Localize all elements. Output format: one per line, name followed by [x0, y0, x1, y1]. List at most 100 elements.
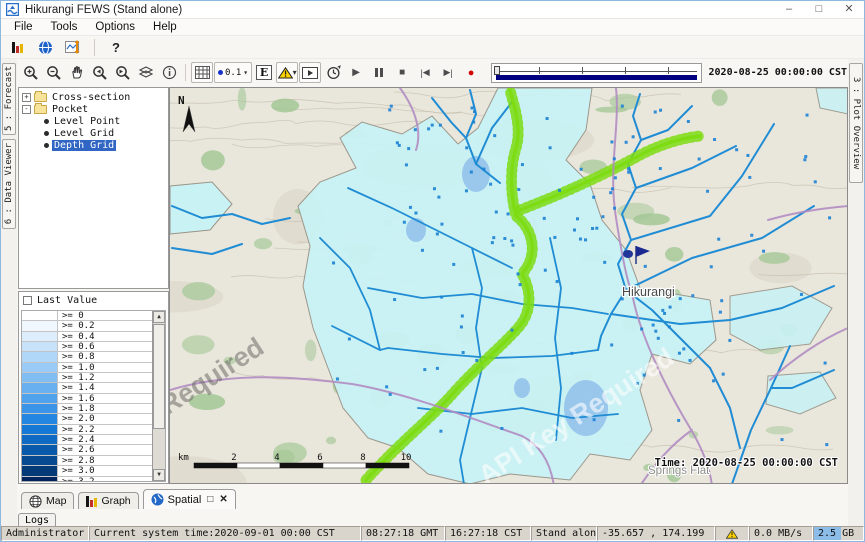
time-slider[interactable] [491, 63, 701, 83]
legend-label: >= 0.6 [58, 342, 95, 351]
app-window: Hikurangi FEWS (Stand alone) – □ ✕ File … [0, 0, 865, 542]
contour-value-dropdown[interactable]: 0.1▾ [214, 62, 252, 83]
globe-icon[interactable] [34, 37, 56, 58]
legend-row[interactable]: >= 0 [22, 311, 152, 321]
svg-text:8: 8 [360, 453, 365, 463]
timer-icon[interactable] [322, 62, 344, 83]
legend-swatch [22, 373, 58, 382]
tree-item-level-point[interactable]: Level Point [44, 115, 168, 127]
legend-scrollbar[interactable]: ▲ ▼ [152, 311, 165, 481]
stop-button[interactable]: ■ [391, 62, 413, 83]
legend-swatch [22, 445, 58, 454]
town-label: Hikurangi [622, 285, 675, 299]
close-button[interactable]: ✕ [834, 1, 864, 19]
tab-graph[interactable]: Graph [78, 492, 138, 509]
legend-row[interactable]: >= 0.8 [22, 352, 152, 362]
layer-tree-panel: + Cross-section - Pocket Level Point Lev… [18, 87, 169, 289]
scale-legend-button[interactable]: E [253, 62, 275, 83]
tree-item-pocket[interactable]: - Pocket [22, 103, 168, 115]
legend-row[interactable]: >= 0.6 [22, 342, 152, 352]
warning-icon [278, 67, 293, 79]
tree-item-depth-grid[interactable]: Depth Grid [44, 139, 168, 151]
legend-swatch [22, 311, 58, 320]
warning-threshold-dropdown[interactable]: ▾ [276, 62, 298, 83]
scroll-down-icon[interactable]: ▼ [153, 469, 165, 481]
bullet-icon [44, 143, 49, 148]
legend-row[interactable]: >= 1.8 [22, 404, 152, 414]
tab-data-viewer[interactable]: 6 : Data Viewer [2, 139, 16, 229]
last-step-button[interactable]: ▶| [437, 62, 459, 83]
legend-swatch [22, 363, 58, 372]
layers-icon[interactable] [135, 62, 157, 83]
collapse-icon[interactable]: - [22, 105, 31, 114]
status-transfer-rate: 0.0 MB/s [749, 526, 813, 541]
menu-help[interactable]: Help [144, 21, 186, 33]
legend-swatch [22, 466, 58, 475]
info-icon[interactable] [158, 62, 180, 83]
legend-row[interactable]: >= 2.0 [22, 414, 152, 424]
time-slider-track [496, 71, 696, 72]
legend-row[interactable]: >= 1.0 [22, 363, 152, 373]
scroll-thumb[interactable] [153, 324, 165, 429]
legend-row[interactable]: >= 1.4 [22, 383, 152, 393]
maximize-button[interactable]: □ [804, 1, 834, 19]
tab-plot-overview[interactable]: 3 : Plot Overview [849, 63, 863, 183]
legend-row[interactable]: >= 3.2 [22, 477, 152, 482]
help-icon[interactable]: ? [105, 37, 127, 58]
zoom-out-icon[interactable] [43, 62, 65, 83]
legend-swatch [22, 456, 58, 465]
zoom-in-icon[interactable] [20, 62, 42, 83]
legend-row[interactable]: >= 2.8 [22, 456, 152, 466]
pause-button[interactable] [368, 62, 390, 83]
legend-row[interactable]: >= 1.6 [22, 394, 152, 404]
expand-icon[interactable]: + [22, 93, 31, 102]
legend-label: >= 3.2 [58, 477, 95, 482]
menu-tools[interactable]: Tools [42, 21, 87, 33]
globe-icon [151, 493, 164, 506]
tab-forecast[interactable]: 5 : Forecast [2, 63, 16, 135]
animation-movie-icon[interactable] [299, 62, 321, 83]
zoom-next-icon[interactable] [112, 62, 134, 83]
record-button[interactable]: ● [460, 62, 482, 83]
menu-options[interactable]: Options [86, 21, 144, 33]
zoom-previous-icon[interactable] [89, 62, 111, 83]
tree-item-cross-section[interactable]: + Cross-section [22, 91, 168, 103]
last-value-checkbox[interactable] [23, 296, 32, 305]
legend-row[interactable]: >= 0.2 [22, 321, 152, 331]
right-tab-strip: 3 : Plot Overview [848, 59, 864, 526]
legend-label: >= 1.8 [58, 404, 95, 413]
legend-label: >= 0.4 [58, 332, 95, 341]
legend-row[interactable]: >= 2.4 [22, 435, 152, 445]
play-button[interactable]: ▶ [345, 62, 367, 83]
first-step-button[interactable]: |◀ [414, 62, 436, 83]
tab-spatial[interactable]: Spatial □ ✕ [143, 489, 236, 509]
chevron-down-icon: ▾ [243, 68, 248, 77]
scroll-up-icon[interactable]: ▲ [153, 311, 165, 323]
tab-map[interactable]: Map [21, 492, 74, 509]
map-view[interactable]: API Key Required API Key Required Hikura… [169, 87, 848, 484]
legend-row[interactable]: >= 0.4 [22, 332, 152, 342]
minimize-button[interactable]: – [774, 1, 804, 19]
grid-display-icon[interactable] [191, 62, 213, 83]
database-icon[interactable] [6, 37, 28, 58]
tab-maximize-icon[interactable]: □ [207, 494, 213, 505]
legend-row[interactable]: >= 1.2 [22, 373, 152, 383]
app-logo-icon [6, 3, 19, 16]
legend-swatch [22, 342, 58, 351]
map-toolbar: 0.1▾ E ▾ ▶ ■ |◀ ▶| ● 2020-08-25 00:00:00… [18, 59, 847, 86]
legend-label: >= 3.0 [58, 466, 95, 475]
legend-row[interactable]: >= 2.6 [22, 445, 152, 455]
bullet-icon [44, 131, 49, 136]
dot-icon [218, 70, 223, 75]
time-slider-thumb[interactable] [494, 66, 500, 75]
main-toolbar: ? [1, 36, 864, 59]
tab-close-icon[interactable]: ✕ [219, 494, 227, 505]
legend-row[interactable]: >= 3.0 [22, 466, 152, 476]
menu-file[interactable]: File [5, 21, 42, 33]
folder-icon [34, 105, 47, 114]
legend-row[interactable]: >= 2.2 [22, 425, 152, 435]
tree-item-level-grid[interactable]: Level Grid [44, 127, 168, 139]
pan-hand-icon[interactable] [66, 62, 88, 83]
status-warning-cell[interactable] [715, 526, 749, 541]
spatial-display-icon[interactable] [62, 37, 84, 58]
